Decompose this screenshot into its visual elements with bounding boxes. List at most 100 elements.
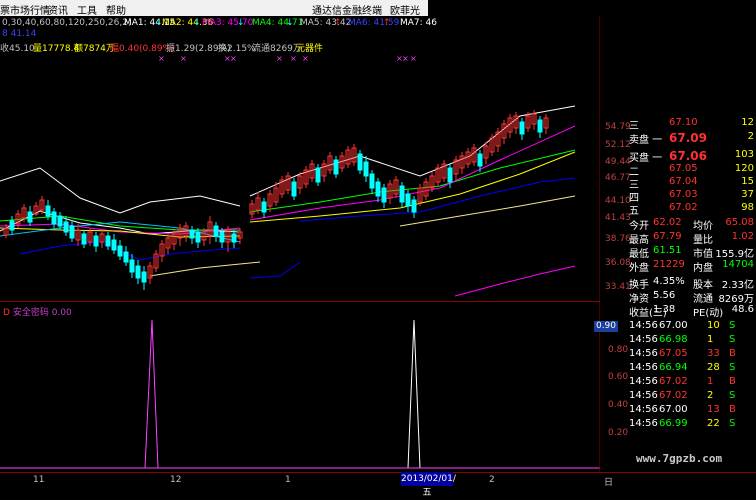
candle-body	[261, 201, 267, 213]
buy-price: 67.02	[669, 202, 698, 213]
buy-row-5: 五 67.02 98	[629, 202, 756, 217]
sell-price: 67.09	[669, 131, 707, 145]
tick-vol: 10	[707, 320, 720, 331]
tick-row: 14:56 67.05 33 B	[629, 348, 756, 361]
price-tick: 36.08	[605, 258, 631, 268]
cell: 2.33亿	[721, 280, 754, 291]
tick-price: 66.99	[659, 418, 688, 429]
tick-vol: 1	[707, 376, 714, 387]
time-label-12: 12	[170, 475, 182, 485]
menu-news[interactable]: 资讯	[48, 2, 68, 17]
event-marks: × × × × × × × × × ×	[158, 54, 417, 63]
time-label-3: 2	[489, 475, 495, 485]
tick-row: 14:56 67.02 2 S	[629, 390, 756, 403]
tick-price: 67.00	[659, 320, 688, 331]
stat2-row: 换手 4.35% 股本 2.33亿	[629, 276, 756, 291]
sell-vol: 12	[741, 117, 754, 128]
indicator-tick: 0.60	[608, 372, 629, 382]
candle-body	[57, 215, 63, 227]
sell-label: 三	[629, 121, 639, 132]
candle-body	[333, 159, 339, 175]
candle-body	[447, 167, 453, 183]
tick-price: 67.05	[659, 348, 688, 359]
candle-body	[81, 233, 87, 245]
tick-vol: 22	[707, 418, 720, 429]
tick-price: 67.02	[659, 390, 688, 401]
menu-tools[interactable]: 工具	[77, 2, 97, 17]
moving-average-lines	[0, 105, 576, 297]
cell: 外盘	[629, 263, 649, 274]
candle-body	[399, 185, 405, 203]
tick-row: 14:56 66.99 22 S	[629, 418, 756, 431]
time-label-1: 1	[285, 475, 291, 485]
tick-time: 14:56	[629, 334, 658, 345]
sell-row-3: 三 67.10 12	[629, 117, 756, 132]
price-tick: 52.12	[605, 140, 631, 150]
cell: 均价	[693, 221, 713, 232]
event-mark: ×	[276, 54, 283, 63]
menu-market[interactable]: 票市场行情	[0, 2, 50, 17]
buy-price: 67.06	[669, 149, 707, 163]
sell-vol: 2	[747, 131, 754, 142]
cell: 最高	[629, 235, 649, 246]
cell: 62.02	[653, 217, 682, 228]
buy-vol: 98	[741, 202, 754, 213]
event-mark: ×	[230, 54, 237, 63]
candle-body	[69, 225, 75, 239]
candle-body	[477, 153, 483, 167]
candle-body	[363, 161, 369, 177]
indicator-chart[interactable]	[0, 302, 600, 472]
candle-body	[195, 231, 201, 243]
indicator-tick: 0.80	[608, 345, 629, 355]
indicator-value: 0.00	[51, 308, 72, 318]
tick-time: 14:56	[629, 320, 658, 331]
cell: 内盘	[693, 263, 713, 274]
indicator-label: D 安全密码 0.00	[3, 308, 72, 318]
indicator-spike-1	[144, 319, 159, 469]
cell: 换手	[629, 280, 649, 291]
tick-side: S	[729, 418, 736, 429]
candle-body	[411, 199, 417, 213]
candle-body	[369, 173, 375, 189]
cell: 流通	[693, 294, 713, 305]
menu-help[interactable]: 帮助	[106, 2, 126, 17]
candle-body	[189, 229, 195, 239]
candle-body	[213, 225, 219, 237]
cell: 5.56	[653, 290, 676, 301]
tick-row: 14:56 67.00 13 B	[629, 404, 756, 417]
tick-price: 67.02	[659, 376, 688, 387]
cell: 4.35%	[653, 276, 685, 287]
candle-body	[381, 187, 387, 203]
tick-price: 66.94	[659, 362, 688, 373]
tick-time: 14:56	[629, 418, 658, 429]
cell: 净资	[629, 294, 649, 305]
tick-side: B	[729, 348, 736, 359]
tick-side: S	[729, 320, 736, 331]
stat2-row: 净资 5.56 流通 8269万	[629, 290, 756, 305]
price-tick: 44.10	[605, 196, 631, 206]
cell: 今开	[629, 221, 649, 232]
tick-price: 66.98	[659, 334, 688, 345]
selected-date: 2013/02/01/五	[401, 472, 456, 498]
ma-line-13	[399, 195, 576, 227]
buy-price: 67.03	[669, 189, 698, 200]
candle-body	[45, 205, 51, 217]
tick-vol: 1	[707, 334, 714, 345]
cell: PE(动)	[693, 308, 724, 319]
indicator-current-box: 0.90	[594, 321, 618, 332]
ma-line-3	[19, 241, 241, 261]
candle-body	[93, 235, 99, 247]
tick-row: 14:56 67.02 1 B	[629, 376, 756, 389]
price-tick: 33.41	[605, 282, 631, 292]
time-label-day: 日	[604, 478, 614, 488]
buy-vol: 120	[734, 163, 754, 174]
tick-side: S	[729, 334, 736, 345]
cell: 1.02	[731, 231, 754, 242]
tick-vol: 2	[707, 390, 714, 401]
buy-row-1: 买盘 一 67.06 103	[629, 149, 756, 164]
sell-label: 卖盘 一	[629, 135, 663, 146]
event-mark: ×	[402, 54, 409, 63]
candle-body	[51, 211, 57, 225]
candlestick-chart[interactable]: × × × × × × × × × ×	[0, 16, 600, 301]
time-label-11: 11	[33, 475, 45, 485]
